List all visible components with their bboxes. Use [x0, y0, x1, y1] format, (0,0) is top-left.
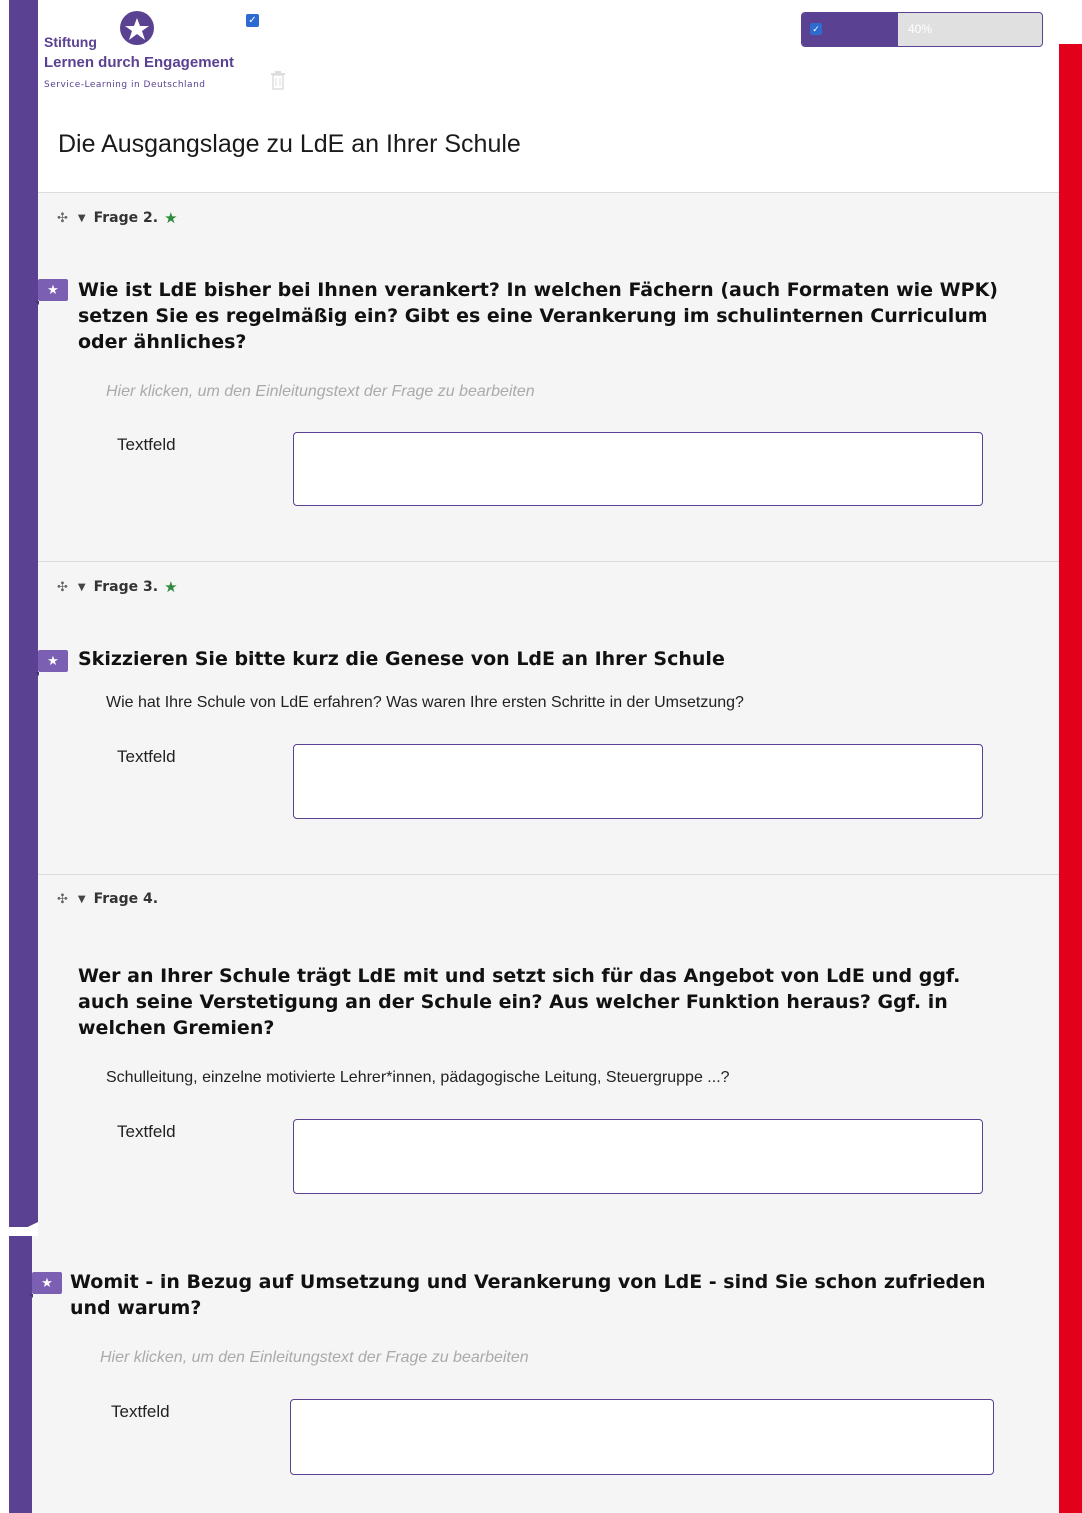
mandatory-star-icon[interactable]: ★ — [29, 1272, 62, 1298]
textfield-label: Textfeld — [117, 435, 176, 454]
brand-line-1: Stiftung — [44, 34, 97, 50]
question-number: Frage 2. — [93, 210, 159, 226]
question-block: ✣ ▼ Frage 4. Wer an Ihrer Schule trägt L… — [38, 875, 1059, 1236]
logo-mark-icon — [120, 11, 154, 45]
question-help-text[interactable]: Hier klicken, um den Einleitungstext der… — [100, 1349, 529, 1367]
caret-down-icon[interactable]: ▼ — [78, 213, 86, 224]
question-header: ✣ ▼ Frage 4. — [57, 891, 158, 907]
question-text[interactable]: Skizzieren Sie bitte kurz die Genese von… — [78, 646, 1018, 672]
textfield-label: Textfeld — [111, 1402, 170, 1421]
brand-line-3: Service-Learning in Deutschland — [44, 80, 206, 90]
question-help-text[interactable]: Hier klicken, um den Einleitungstext der… — [106, 383, 535, 401]
question-block: ★ Womit - in Bezug auf Umsetzung und Ver… — [29, 1236, 1059, 1513]
page-title: Die Ausgangslage zu LdE an Ihrer Schule — [58, 130, 521, 158]
answer-textfield[interactable] — [290, 1399, 994, 1475]
answer-textfield[interactable] — [293, 1119, 983, 1194]
trash-icon[interactable] — [270, 70, 286, 90]
question-help-text[interactable]: Schulleitung, einzelne motivierte Lehrer… — [106, 1069, 730, 1087]
star-icon: ★ — [164, 209, 178, 227]
question-number: Frage 3. — [93, 579, 159, 595]
mandatory-star-icon[interactable]: ★ — [35, 650, 68, 676]
question-text[interactable]: Womit - in Bezug auf Umsetzung und Veran… — [70, 1269, 1020, 1321]
question-block: ✣ ▼ Frage 2. ★ ★ Wie ist LdE bisher bei … — [35, 193, 1059, 562]
question-header: ✣ ▼ Frage 2. ★ — [57, 209, 178, 227]
answer-textfield[interactable] — [293, 432, 983, 506]
progress-label: 40% — [908, 22, 933, 36]
caret-down-icon[interactable]: ▼ — [78, 894, 86, 905]
mandatory-star-icon[interactable]: ★ — [35, 279, 68, 305]
move-icon[interactable]: ✣ — [57, 211, 68, 226]
question-header: ✣ ▼ Frage 3. ★ — [57, 578, 178, 596]
left-accent-bar-lower — [9, 1236, 32, 1513]
caret-down-icon[interactable]: ▼ — [78, 582, 86, 593]
question-text[interactable]: Wie ist LdE bisher bei Ihnen verankert? … — [78, 277, 1018, 355]
textfield-label: Textfeld — [117, 747, 176, 766]
right-accent-bar — [1059, 44, 1082, 1513]
checkbox-icon[interactable]: ✓ — [810, 23, 822, 35]
brand-line-2: Lernen durch Engagement — [44, 54, 235, 71]
move-icon[interactable]: ✣ — [57, 892, 68, 907]
move-icon[interactable]: ✣ — [57, 580, 68, 595]
question-number: Frage 4. — [93, 891, 159, 907]
question-block: ✣ ▼ Frage 3. ★ ★ Skizzieren Sie bitte ku… — [35, 562, 1059, 875]
question-help-text[interactable]: Wie hat Ihre Schule von LdE erfahren? Wa… — [106, 694, 744, 712]
textfield-label: Textfeld — [117, 1122, 176, 1141]
star-icon: ★ — [164, 578, 178, 596]
progress-bar: ✓ 40% — [801, 12, 1043, 47]
answer-textfield[interactable] — [293, 744, 983, 819]
question-text[interactable]: Wer an Ihrer Schule trägt LdE mit und se… — [78, 963, 1018, 1041]
left-accent-bar — [9, 0, 38, 1227]
checkbox-icon[interactable]: ✓ — [246, 14, 259, 27]
